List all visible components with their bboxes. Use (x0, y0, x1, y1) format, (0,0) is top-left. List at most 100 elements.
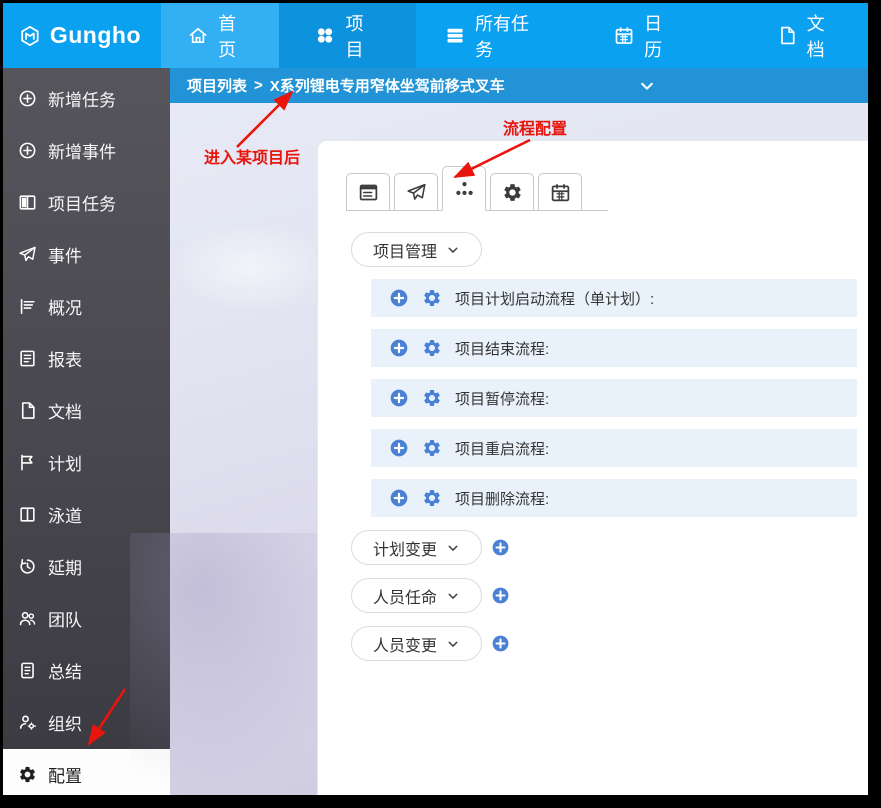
breadcrumb-root[interactable]: 项目列表 (187, 75, 247, 96)
summary-icon (18, 661, 37, 680)
calendar-icon (550, 182, 571, 203)
flow-row-label: 项目计划启动流程（单计划）: (455, 288, 654, 309)
tab-calendar[interactable] (538, 173, 582, 210)
group-label: 人员变更 (373, 632, 437, 656)
plus-circle-icon (18, 141, 37, 160)
report-icon (18, 349, 37, 368)
add-flow-button[interactable] (389, 388, 409, 408)
tab-task-list[interactable] (346, 173, 390, 210)
flow-row-project-end: 项目结束流程: (371, 329, 857, 367)
flow-row-project-delete: 项目删除流程: (371, 479, 857, 517)
sidebar-item-label: 文档 (48, 398, 82, 423)
nav-label: 首页 (218, 10, 252, 62)
nav-item-documents[interactable]: 文档 (750, 3, 868, 68)
send-icon (18, 245, 37, 264)
kanban-icon (18, 193, 37, 212)
sidebar-item-label: 总结 (48, 658, 82, 683)
sidebar-item-new-event[interactable]: 新增事件 (3, 124, 170, 176)
sidebar-item-label: 团队 (48, 606, 82, 631)
sidebar-item-overview[interactable]: 概况 (3, 280, 170, 332)
flow-settings-button[interactable] (422, 438, 442, 458)
sidebar-item-label: 新增事件 (48, 138, 116, 163)
breadcrumb[interactable]: 项目列表 > X系列锂电专用窄体坐驾前移式叉车 (170, 68, 868, 103)
add-group-flow-button[interactable] (491, 634, 510, 653)
sidebar-item-events[interactable]: 事件 (3, 228, 170, 280)
flow-settings-button[interactable] (422, 488, 442, 508)
projects-grid-icon (315, 25, 335, 46)
flow-row-label: 项目暂停流程: (455, 388, 549, 409)
sidebar-item-plans[interactable]: 计划 (3, 436, 170, 488)
nav-label: 文档 (807, 10, 841, 62)
sidebar-item-label: 报表 (48, 346, 82, 371)
chevron-down-icon[interactable] (638, 77, 656, 95)
nav-item-home[interactable]: 首页 (161, 3, 279, 68)
group-plan-change-button[interactable]: 计划变更 (351, 530, 482, 565)
annotation-flow-config: 流程配置 (503, 115, 567, 139)
group-label: 人员任命 (373, 584, 437, 608)
plan-icon (18, 453, 37, 472)
group-project-management-button[interactable]: 项目管理 (351, 232, 482, 267)
logo[interactable]: Gungho (3, 3, 161, 68)
plus-circle-icon (18, 89, 37, 108)
top-navigation: 首页 项目 所有任务 日历 文档 (161, 3, 868, 68)
flow-row-label: 项目结束流程: (455, 338, 549, 359)
delay-clock-icon (18, 557, 37, 576)
flow-row-plan-start: 项目计划启动流程（单计划）: (371, 279, 857, 317)
breadcrumb-current-project: X系列锂电专用窄体坐驾前移式叉车 (270, 75, 505, 96)
flow-row-project-restart: 项目重启流程: (371, 429, 857, 467)
group-label: 计划变更 (373, 536, 437, 560)
sidebar-item-documents[interactable]: 文档 (3, 384, 170, 436)
sidebar-item-label: 泳道 (48, 502, 82, 527)
sidebar-item-label: 事件 (48, 242, 82, 267)
tasks-stack-icon (445, 25, 465, 46)
flow-settings-button[interactable] (422, 388, 442, 408)
tab-events[interactable] (394, 173, 438, 210)
calendar-icon (614, 25, 634, 46)
nav-label: 日历 (644, 10, 678, 62)
flow-row-label: 项目重启流程: (455, 438, 549, 459)
swimlane-icon (18, 505, 37, 524)
send-icon (406, 182, 427, 203)
sidebar-item-new-task[interactable]: 新增任务 (3, 72, 170, 124)
gear-icon (502, 182, 523, 203)
chevron-down-icon (446, 243, 460, 257)
group-personnel-change-button[interactable]: 人员变更 (351, 626, 482, 661)
sidebar-item-reports[interactable]: 报表 (3, 332, 170, 384)
add-flow-button[interactable] (389, 438, 409, 458)
tab-flow-config[interactable] (442, 166, 486, 211)
nav-item-all-tasks[interactable]: 所有任务 (418, 3, 571, 68)
add-flow-button[interactable] (389, 338, 409, 358)
tab-settings[interactable] (490, 173, 534, 210)
add-flow-button[interactable] (389, 288, 409, 308)
group-personnel-appointment: 人员任命 (351, 578, 868, 613)
breadcrumb-separator: > (254, 77, 263, 94)
app-window: Gungho 首页 项目 所有任务 日历 文档 (3, 3, 868, 795)
chevron-down-icon (446, 589, 460, 603)
group-label: 项目管理 (373, 238, 437, 262)
logo-text: Gungho (50, 22, 141, 49)
project-config-panel: 项目管理 项目计划启动流程（单计划）: 项目结束流程: 项目暂停流程: (317, 140, 868, 795)
document-icon (777, 25, 797, 46)
nav-label: 项目 (346, 10, 380, 62)
add-flow-button[interactable] (389, 488, 409, 508)
table-icon (358, 182, 379, 203)
config-tab-bar (346, 166, 608, 211)
sidebar-item-label: 新增任务 (48, 86, 116, 111)
nav-label: 所有任务 (475, 10, 544, 62)
add-group-flow-button[interactable] (491, 538, 510, 557)
sidebar-item-project-tasks[interactable]: 项目任务 (3, 176, 170, 228)
gear-icon (18, 765, 37, 784)
sidebar-item-label: 概况 (48, 294, 82, 319)
nav-item-calendar[interactable]: 日历 (587, 3, 705, 68)
nav-item-projects[interactable]: 项目 (279, 3, 415, 68)
flow-settings-button[interactable] (422, 338, 442, 358)
sidebar-item-label: 项目任务 (48, 190, 116, 215)
topbar: Gungho 首页 项目 所有任务 日历 文档 (3, 3, 868, 68)
document-icon (18, 401, 37, 420)
tree-icon (454, 178, 475, 199)
add-group-flow-button[interactable] (491, 586, 510, 605)
home-icon (188, 25, 208, 46)
group-personnel-appointment-button[interactable]: 人员任命 (351, 578, 482, 613)
flow-row-project-pause: 项目暂停流程: (371, 379, 857, 417)
flow-settings-button[interactable] (422, 288, 442, 308)
